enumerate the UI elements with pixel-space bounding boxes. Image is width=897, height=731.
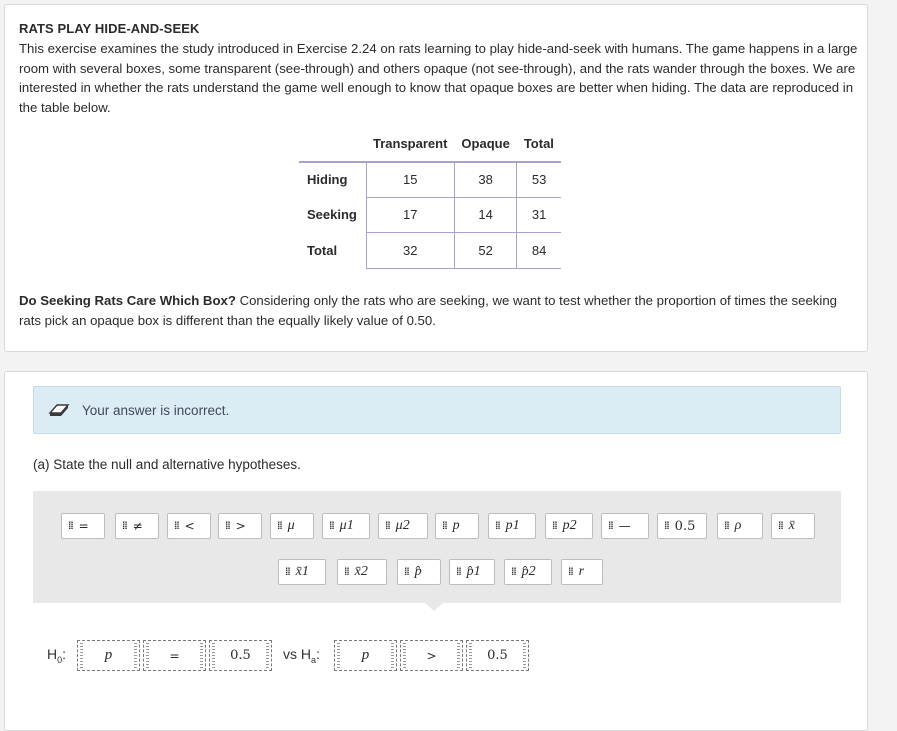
tile-p2[interactable]: ⁞⁞ p2 [545,513,593,539]
question-heading: Do Seeking Rats Care Which Box? [19,293,236,308]
tile-p-hat-1[interactable]: ⁞⁞ p̂1 [449,559,495,585]
drag-handle-icon: ⁞⁞ [404,566,410,578]
drag-handle-icon: ⁞⁞ [122,520,128,532]
incorrect-alert: Your answer is incorrect. [33,386,841,434]
tile-less-than[interactable]: ⁞⁞ < [167,513,211,539]
drag-handle-icon: ⁞⁞ [329,520,335,532]
drag-handle-icon: ⁞⁞ [344,566,350,578]
tile-half[interactable]: ⁞⁞ 0.5 [657,513,707,539]
part-a-label: (a) State the null and alternative hypot… [33,457,301,472]
tile-p1[interactable]: ⁞⁞ p1 [488,513,536,539]
tile-mu2[interactable]: ⁞⁞ μ2 [378,513,428,539]
tile-dash[interactable]: ⁞⁞ — [601,513,649,539]
problem-card: RATS PLAY HIDE-AND-SEEK This exercise ex… [4,4,868,352]
tile-rho[interactable]: ⁞⁞ ρ [717,513,763,539]
drag-handle-icon: ⁞⁞ [442,520,448,532]
drag-handle-icon: ⁞⁞ [568,566,574,578]
h0-operator-slot[interactable]: = [143,640,206,671]
problem-intro: This exercise examines the study introdu… [19,41,858,115]
drag-handle-icon: ⁞⁞ [511,566,517,578]
drag-handle-icon: ⁞⁞ [225,520,231,532]
table-cell: 53 [516,161,561,198]
tile-x-bar[interactable]: ⁞⁞ x̄ [771,513,815,539]
tile-x-bar-2[interactable]: ⁞⁞ x̄2 [337,559,387,585]
drag-handle-icon: ⁞⁞ [664,520,670,532]
drag-handle-icon: ⁞⁞ [724,520,730,532]
h0-label: H0: [47,646,67,665]
hypotheses-row: H0: p = 0.5 vs Ha: p > 0.5 [33,603,841,693]
h0-parameter-slot[interactable]: p [77,640,140,671]
question-text: Do Seeking Rats Care Which Box? Consider… [19,291,861,330]
tile-x-bar-1[interactable]: ⁞⁞ x̄1 [278,559,326,585]
col-header-transparent: Transparent [366,126,455,163]
tile-not-equals[interactable]: ⁞⁞ ≠ [115,513,159,539]
table-row: Total 32 52 84 [299,232,561,269]
tile-p-hat-2[interactable]: ⁞⁞ p̂2 [504,559,552,585]
table-cell: 14 [454,197,518,233]
eraser-icon [48,404,70,416]
table-cell: 17 [366,197,455,233]
ha-label: vs Ha: [283,646,320,665]
ha-operator-slot[interactable]: > [400,640,463,671]
table-cell: 32 [366,232,455,269]
data-table: Transparent Opaque Total Hiding 15 38 53… [299,126,561,269]
answer-card: Your answer is incorrect. (a) State the … [4,371,868,731]
drag-handle-icon: ⁞⁞ [385,520,391,532]
table-cell: 38 [454,161,518,198]
problem-title: RATS PLAY HIDE-AND-SEEK [19,21,200,36]
drag-handle-icon: ⁞⁞ [778,520,784,532]
symbol-bank: ⁞⁞ = ⁞⁞ ≠ ⁞⁞ < ⁞⁞ > ⁞⁞ μ ⁞⁞ μ1 ⁞⁞ μ2 ⁞⁞ p ⁞⁞ p1 ⁞… [33,491,841,603]
tile-mu1[interactable]: ⁞⁞ μ1 [322,513,370,539]
drag-handle-icon: ⁞⁞ [495,520,501,532]
tile-greater-than[interactable]: ⁞⁞ > [218,513,262,539]
drag-handle-icon: ⁞⁞ [456,566,462,578]
ha-parameter-slot[interactable]: p [334,640,397,671]
drag-handle-icon: ⁞⁞ [285,566,291,578]
table-cell: 84 [516,232,561,269]
table-row: Seeking 17 14 31 [299,197,561,233]
drag-handle-icon: ⁞⁞ [68,520,74,532]
tile-p-hat[interactable]: ⁞⁞ p̂ [397,559,441,585]
tile-r[interactable]: ⁞⁞ r [561,559,603,585]
table-cell: 15 [366,161,455,198]
table-cell: 31 [516,197,561,233]
row-header-hiding: Hiding [299,161,367,197]
tile-mu[interactable]: ⁞⁞ μ [270,513,314,539]
drag-handle-icon: ⁞⁞ [552,520,558,532]
drag-handle-icon: ⁞⁞ [174,520,180,532]
alert-message: Your answer is incorrect. [82,402,230,418]
col-header-opaque: Opaque [454,126,517,163]
row-header-seeking: Seeking [299,197,367,233]
row-header-total: Total [299,232,367,268]
h0-value-slot[interactable]: 0.5 [209,640,272,671]
drag-handle-icon: ⁞⁞ [608,520,614,532]
table-row: Hiding 15 38 53 [299,161,561,198]
tile-p[interactable]: ⁞⁞ p [435,513,479,539]
drag-handle-icon: ⁞⁞ [277,520,283,532]
col-header-total: Total [516,126,561,163]
tile-equals[interactable]: ⁞⁞ = [61,513,105,539]
table-corner [299,126,366,163]
ha-value-slot[interactable]: 0.5 [466,640,529,671]
table-cell: 52 [454,232,518,269]
